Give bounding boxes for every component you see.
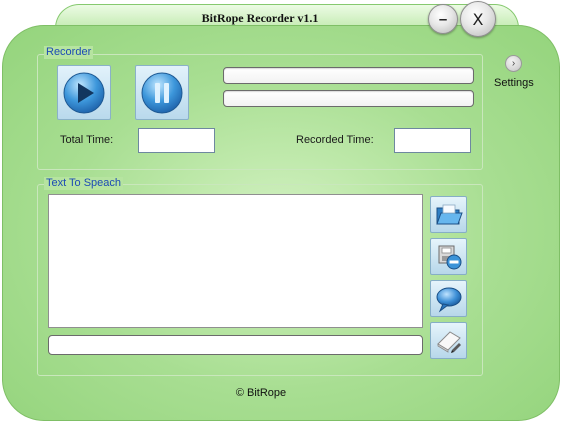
copyright-footer: © BitRope — [235, 387, 287, 399]
play-icon — [63, 72, 105, 113]
total-time-field[interactable] — [138, 128, 215, 153]
recorded-time-label: Recorded Time: — [296, 134, 374, 146]
edit-button[interactable] — [430, 322, 467, 359]
primary-progress-bar — [223, 67, 474, 84]
recorder-legend: Recorder — [44, 46, 94, 59]
speech-input-field[interactable] — [48, 335, 423, 355]
settings-arrow-icon[interactable]: › — [505, 55, 522, 72]
pause-button[interactable] — [135, 65, 189, 120]
save-button[interactable] — [430, 238, 467, 275]
speech-bubble-icon — [436, 287, 461, 313]
secondary-progress-bar — [223, 90, 474, 107]
speech-text-area[interactable] — [48, 194, 423, 328]
settings-link[interactable]: Settings — [494, 77, 534, 89]
minimize-button[interactable]: – — [428, 4, 458, 34]
edit-pencil-icon — [436, 330, 461, 353]
play-button[interactable] — [57, 65, 111, 120]
pause-icon — [141, 72, 183, 113]
save-disk-icon — [438, 245, 461, 269]
speak-button[interactable] — [430, 280, 467, 317]
recorded-time-field[interactable] — [394, 128, 471, 153]
close-button[interactable]: X — [460, 1, 496, 37]
window-title: BitRope Recorder v1.1 — [201, 11, 319, 25]
open-file-button[interactable] — [430, 196, 467, 233]
total-time-label: Total Time: — [60, 134, 114, 146]
tts-legend: Text To Speach — [44, 177, 124, 190]
open-folder-icon — [435, 204, 463, 224]
